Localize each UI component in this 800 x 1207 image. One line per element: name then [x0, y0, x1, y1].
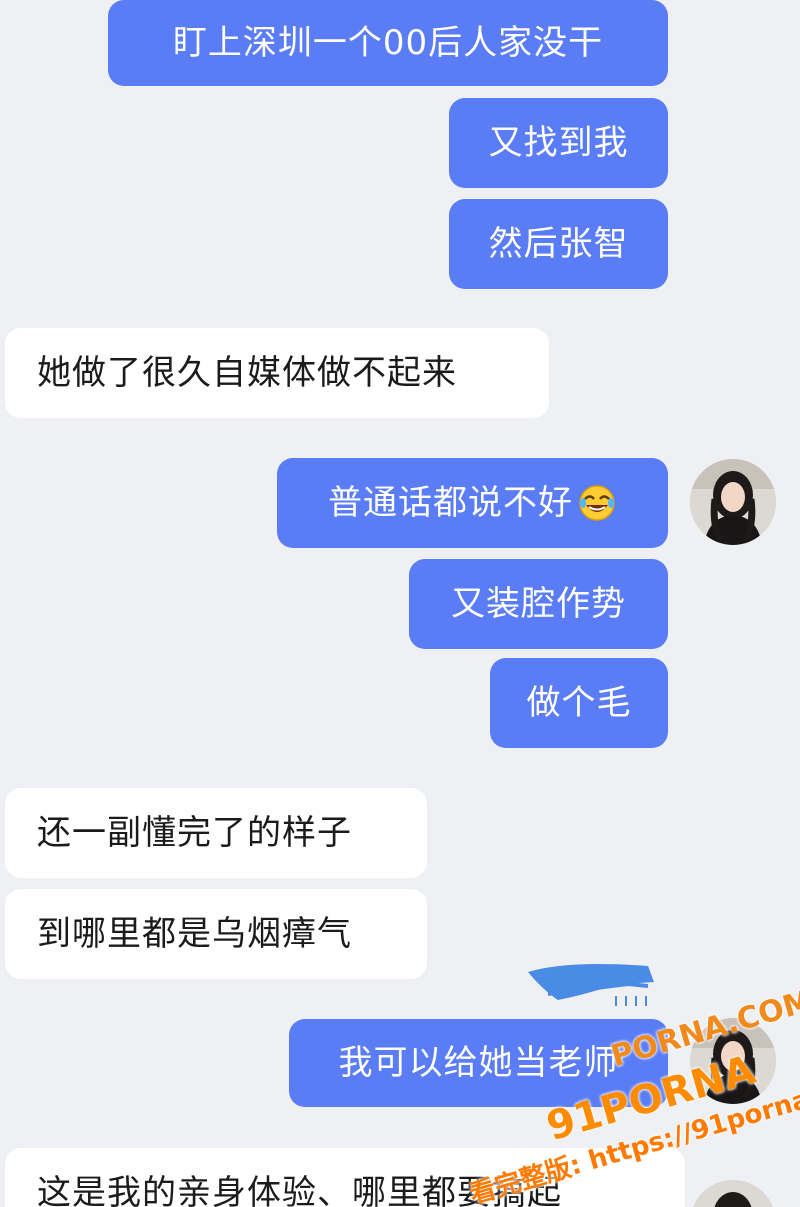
message-outgoing[interactable]: 又装腔作势 [409, 559, 668, 649]
message-text: 然后张智 [488, 224, 629, 264]
message-outgoing[interactable]: 盯上深圳一个00后人家没干 [108, 0, 668, 86]
message-outgoing[interactable]: 然后张智 [449, 199, 668, 289]
message-text: 她做了很久自媒体做不起来 [37, 353, 457, 393]
redaction-scribble [528, 964, 654, 1006]
message-text: 到哪里都是乌烟瘴气 [37, 914, 352, 954]
user-avatar[interactable] [690, 459, 776, 545]
message-text: 普通话都说不好 [328, 483, 573, 523]
message-text: 做个毛 [526, 683, 632, 723]
message-text: 又装腔作势 [451, 584, 626, 624]
message-text: 又找到我 [488, 123, 629, 163]
message-text: 我可以给她当老师 [338, 1043, 619, 1083]
message-text: 盯上深圳一个00后人家没干 [172, 23, 604, 63]
message-incoming[interactable]: 到哪里都是乌烟瘴气 [5, 889, 427, 979]
message-outgoing[interactable]: 普通话都说不好 [277, 458, 668, 548]
message-outgoing[interactable]: 做个毛 [490, 658, 668, 748]
message-incoming[interactable]: 她做了很久自媒体做不起来 [5, 328, 549, 418]
message-incoming[interactable]: 还一副懂完了的样子 [5, 788, 427, 878]
rolling-laughing-emoji [579, 485, 615, 521]
message-text: 还一副懂完了的样子 [37, 813, 352, 853]
user-avatar[interactable] [690, 1180, 776, 1207]
chat-thread: 盯上深圳一个00后人家没干 又找到我 然后张智 她做了很久自媒体做不起来 普通话… [0, 0, 800, 1207]
message-outgoing[interactable]: 又找到我 [449, 98, 668, 188]
